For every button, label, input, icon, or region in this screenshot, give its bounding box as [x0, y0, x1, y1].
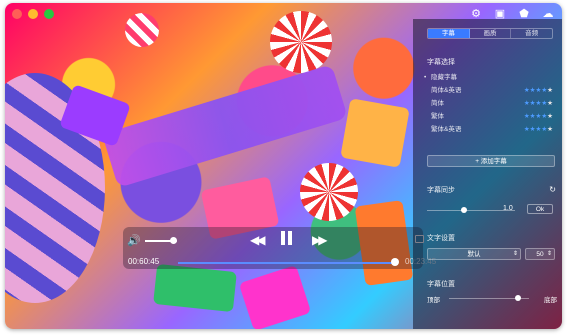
refresh-icon[interactable]: ↻ [549, 185, 556, 194]
rating-stars: ★★★★★ [523, 87, 553, 94]
sync-knob[interactable] [461, 207, 467, 213]
list-item-label: 简体&英语 [431, 87, 462, 94]
maximize-button[interactable] [44, 9, 54, 19]
window-controls [12, 9, 54, 19]
close-button[interactable] [12, 9, 22, 19]
tab-audio[interactable]: 音频 [511, 29, 552, 38]
list-item[interactable]: 简体&英语 ★★★★★ [427, 84, 557, 97]
add-subtitle-button[interactable]: + 添加字幕 [427, 155, 555, 167]
list-item-label: 繁体&英语 [431, 126, 462, 133]
rating-stars: ★★★★★ [523, 113, 553, 120]
subtitle-list: 隐藏字幕 简体&英语 ★★★★★ 简体 ★★★★★ 繁体 ★★★★★ 繁体&英语… [424, 71, 557, 136]
font-select[interactable]: 默认 ⇕ [427, 248, 521, 260]
list-item[interactable]: 繁体&英语 ★★★★★ [427, 123, 557, 136]
subtitle-settings-panel: 字幕 画质 音频 字幕选择 隐藏字幕 简体&英语 ★★★★★ 简体 ★★★★★ … [413, 19, 562, 329]
position-right-label: 底部 [544, 297, 557, 304]
text-settings-title: 文字设置 [427, 235, 455, 242]
video-content [340, 98, 410, 168]
minimize-button[interactable] [28, 9, 38, 19]
video-content [125, 13, 159, 47]
current-time: 00:60:45 [128, 257, 160, 266]
volume-fill [145, 240, 171, 242]
seek-knob[interactable] [391, 258, 399, 266]
video-content [153, 263, 237, 313]
chevron-updown-icon: ⇕ [546, 251, 552, 257]
seek-progress [178, 262, 394, 264]
position-left-label: 顶部 [427, 297, 440, 304]
playback-controls: 🔊 ◀◀ ▶▶ 00:60:45 00:23:45 [123, 227, 436, 269]
font-select-value: 默认 [467, 251, 481, 258]
list-item-label: 繁体 [431, 113, 444, 120]
pause-button[interactable] [279, 231, 293, 245]
list-item-label: 隐藏字幕 [431, 74, 457, 81]
sync-slider[interactable] [427, 210, 515, 211]
rating-stars: ★★★★★ [523, 126, 553, 133]
position-title: 字幕位置 [427, 281, 455, 288]
rewind-button[interactable]: ◀◀ [250, 233, 266, 247]
position-knob[interactable] [515, 295, 521, 301]
volume-icon[interactable]: 🔊 [127, 234, 141, 247]
rating-stars: ★★★★★ [523, 100, 553, 107]
player-window: ⚙ ▣ ⬟ ☁ 🔊 ◀◀ ▶▶ 00:60:45 00:23:45 字幕 画质 … [5, 3, 562, 329]
video-content [270, 11, 332, 73]
list-item[interactable]: 隐藏字幕 [424, 71, 557, 84]
tab-quality[interactable]: 画质 [470, 29, 512, 38]
size-select-value: 50 [536, 251, 544, 258]
subtitle-select-title: 字幕选择 [427, 59, 455, 66]
list-item[interactable]: 繁体 ★★★★★ [427, 110, 557, 123]
sync-title: 字幕同步 [427, 187, 455, 194]
tab-subtitle[interactable]: 字幕 [428, 29, 470, 38]
list-item[interactable]: 简体 ★★★★★ [427, 97, 557, 110]
sync-value: 1.0 [503, 205, 513, 212]
size-select[interactable]: 50 ⇕ [525, 248, 555, 260]
panel-tabs: 字幕 画质 音频 [427, 28, 553, 39]
video-content [300, 163, 358, 221]
chevron-updown-icon: ⇕ [512, 251, 518, 257]
list-item-label: 简体 [431, 100, 444, 107]
volume-knob[interactable] [170, 237, 177, 244]
seek-bar[interactable] [178, 262, 398, 264]
sync-ok-button[interactable]: Ok [527, 204, 553, 214]
position-row: 顶部 底部 [427, 294, 557, 304]
forward-button[interactable]: ▶▶ [312, 233, 328, 247]
